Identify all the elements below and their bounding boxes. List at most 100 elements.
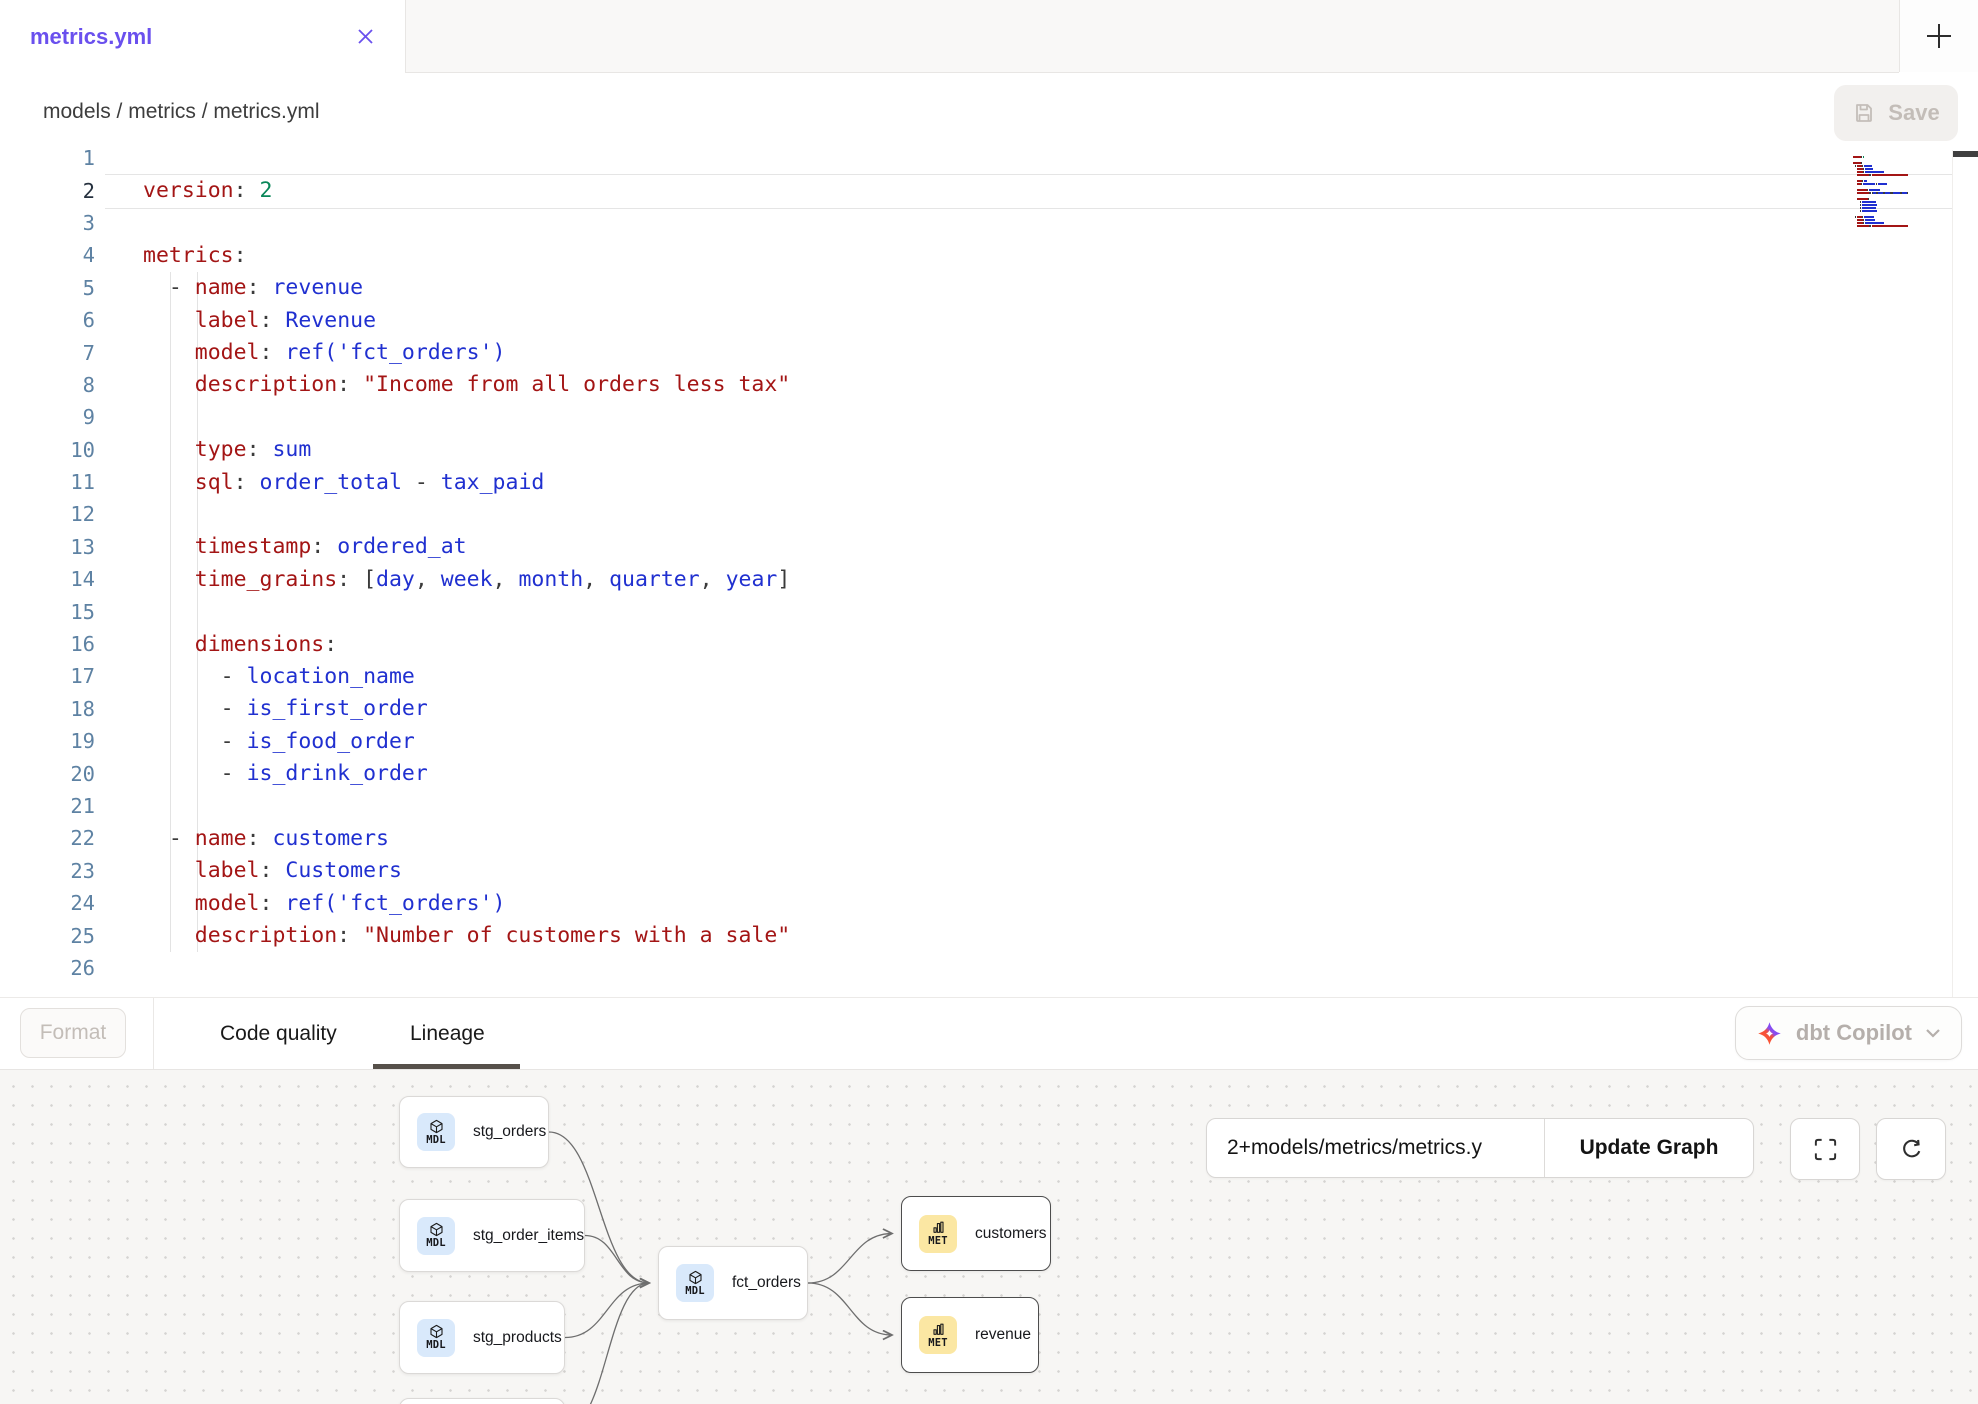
line-number: 24 xyxy=(0,891,95,915)
dbt-copilot-icon xyxy=(1756,1020,1783,1047)
dbt-copilot-button[interactable]: dbt Copilot xyxy=(1735,1006,1962,1060)
refresh-button[interactable] xyxy=(1876,1118,1946,1180)
refresh-icon xyxy=(1898,1136,1925,1163)
code-line: 21 xyxy=(0,790,1978,822)
model-badge: MDL xyxy=(676,1264,714,1302)
lineage-node-fct_orders[interactable]: MDL fct_orders xyxy=(658,1246,808,1320)
code-line: 1 xyxy=(0,142,1978,174)
line-number: 4 xyxy=(0,243,95,267)
model-cube-icon xyxy=(688,1270,703,1285)
save-label: Save xyxy=(1888,100,1939,126)
line-number: 2 xyxy=(0,179,95,203)
lineage-node-revenue[interactable]: METrevenue xyxy=(901,1297,1039,1373)
tab-lineage[interactable]: Lineage xyxy=(410,998,485,1069)
line-number: 15 xyxy=(0,600,95,624)
breadcrumb: models / metrics / metrics.yml xyxy=(43,100,320,124)
lineage-edge xyxy=(565,1283,649,1404)
overview-ruler[interactable] xyxy=(1952,150,1978,997)
code-line: 26 xyxy=(0,952,1978,984)
lineage-edge xyxy=(585,1236,649,1284)
lineage-node-partial_model[interactable] xyxy=(399,1398,565,1404)
model-cube-icon xyxy=(429,1119,444,1134)
floppy-icon xyxy=(1852,101,1876,125)
line-number: 14 xyxy=(0,567,95,591)
node-label: stg_products xyxy=(473,1329,562,1347)
lineage-edge xyxy=(565,1283,649,1338)
lineage-node-stg_products[interactable]: MDL stg_products xyxy=(399,1301,565,1374)
code-line: 23 label: Customers xyxy=(0,855,1978,887)
line-number: 26 xyxy=(0,956,95,980)
update-graph-button[interactable]: Update Graph xyxy=(1545,1119,1753,1177)
code-editor[interactable]: 12version: 234metrics:5 - name: revenue6… xyxy=(0,150,1978,997)
line-number: 21 xyxy=(0,794,95,818)
metric-badge: MET xyxy=(919,1316,957,1354)
minimap[interactable] xyxy=(1853,153,1949,231)
line-number: 22 xyxy=(0,826,95,850)
line-number: 18 xyxy=(0,697,95,721)
code-line: 15 xyxy=(0,595,1978,627)
plus-icon xyxy=(1924,21,1954,51)
lineage-edge xyxy=(808,1283,892,1335)
editor-bottom-toolbar: Format Code quality Lineage dbt Copilot xyxy=(0,997,1978,1070)
format-button[interactable]: Format xyxy=(20,1008,126,1058)
fullscreen-button[interactable] xyxy=(1790,1118,1860,1180)
lineage-panel[interactable]: MDLstg_ordersMDLstg_order_itemsMDLstg_pr… xyxy=(0,1070,1978,1404)
tab-bar: metrics.yml xyxy=(0,0,1978,73)
node-label: customers xyxy=(975,1225,1047,1243)
editor-lines: 12version: 234metrics:5 - name: revenue6… xyxy=(0,142,1978,984)
code-line: 24 model: ref('fct_orders') xyxy=(0,887,1978,919)
code-line: 5 - name: revenue xyxy=(0,272,1978,304)
close-tab-icon[interactable] xyxy=(356,27,375,46)
line-number: 3 xyxy=(0,211,95,235)
save-button[interactable]: Save xyxy=(1834,85,1958,141)
metric-badge: MET xyxy=(919,1215,957,1253)
code-line: 25 description: "Number of customers wit… xyxy=(0,919,1978,951)
code-line: 10 type: sum xyxy=(0,434,1978,466)
line-number: 17 xyxy=(0,664,95,688)
lineage-node-stg_orders[interactable]: MDL stg_orders xyxy=(399,1096,549,1168)
metric-chart-icon xyxy=(931,1322,946,1337)
line-number: 6 xyxy=(0,308,95,332)
tab-code-quality[interactable]: Code quality xyxy=(220,998,337,1069)
model-badge: MDL xyxy=(417,1319,455,1357)
model-cube-icon xyxy=(429,1222,444,1237)
chevron-down-icon xyxy=(1925,1028,1941,1038)
line-number: 10 xyxy=(0,438,95,462)
line-number: 8 xyxy=(0,373,95,397)
lineage-edge xyxy=(808,1234,892,1284)
model-badge: MDL xyxy=(417,1217,455,1255)
line-number: 20 xyxy=(0,762,95,786)
line-number: 13 xyxy=(0,535,95,559)
tab-metrics-yml[interactable]: metrics.yml xyxy=(0,0,406,73)
dbt-ide-window: metrics.yml models / metrics / metrics.y… xyxy=(0,0,1978,1404)
code-line: 13 timestamp: ordered_at xyxy=(0,531,1978,563)
code-line: 6 label: Revenue xyxy=(0,304,1978,336)
line-number: 9 xyxy=(0,405,95,429)
lineage-search-box: Update Graph xyxy=(1206,1118,1754,1178)
code-line: 20 - is_drink_order xyxy=(0,757,1978,789)
lineage-selector-input[interactable] xyxy=(1207,1119,1545,1177)
code-line: 3 xyxy=(0,207,1978,239)
line-number: 19 xyxy=(0,729,95,753)
tab-title: metrics.yml xyxy=(30,24,152,50)
line-number: 11 xyxy=(0,470,95,494)
code-line: 9 xyxy=(0,401,1978,433)
tab-strip-empty xyxy=(406,0,1899,73)
code-line: 2version: 2 xyxy=(0,174,1978,206)
code-line: 7 model: ref('fct_orders') xyxy=(0,336,1978,368)
code-line: 14 time_grains: [day, week, month, quart… xyxy=(0,563,1978,595)
line-number: 5 xyxy=(0,276,95,300)
code-line: 8 description: "Income from all orders l… xyxy=(0,369,1978,401)
fullscreen-icon xyxy=(1812,1136,1839,1163)
code-line: 18 - is_first_order xyxy=(0,693,1978,725)
breadcrumb-row: models / metrics / metrics.yml Save xyxy=(0,73,1978,150)
node-label: fct_orders xyxy=(732,1274,801,1292)
metric-chart-icon xyxy=(931,1220,946,1235)
node-label: stg_orders xyxy=(473,1123,546,1141)
line-number: 25 xyxy=(0,924,95,948)
lineage-node-stg_order_items[interactable]: MDLstg_order_items xyxy=(399,1199,585,1272)
lineage-node-customers[interactable]: MET customers xyxy=(901,1196,1051,1271)
new-tab-button[interactable] xyxy=(1899,0,1978,72)
model-cube-icon xyxy=(429,1324,444,1339)
model-badge: MDL xyxy=(417,1113,455,1151)
